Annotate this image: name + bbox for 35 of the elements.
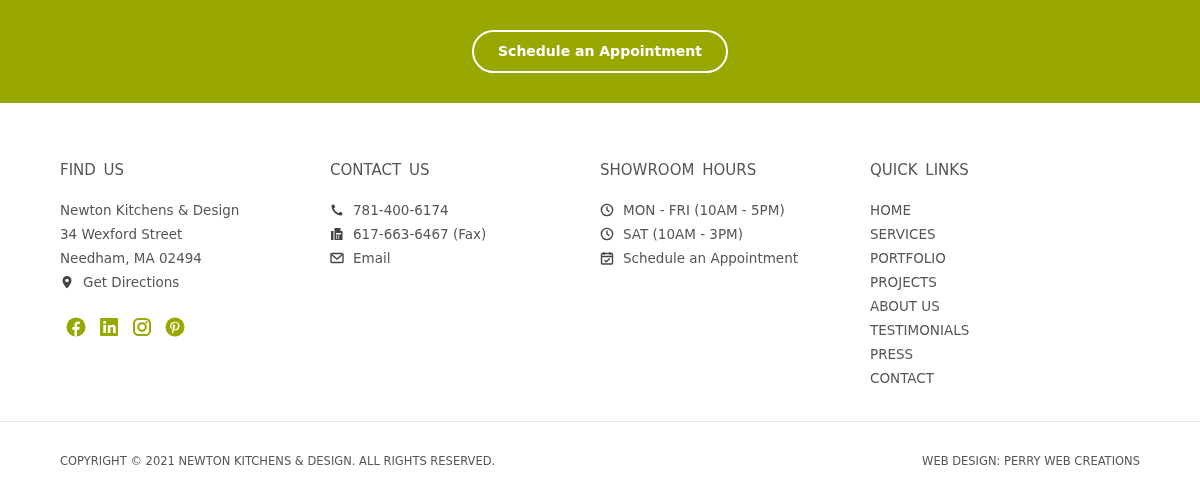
clock-icon	[600, 203, 614, 217]
footer-link[interactable]: TESTIMONIALS	[870, 318, 970, 342]
footer-link[interactable]: PRESS	[870, 342, 914, 366]
footer-link[interactable]: ABOUT US	[870, 294, 940, 318]
calendar-check-icon	[600, 251, 614, 265]
fax-icon	[330, 227, 344, 241]
column-heading: SHOWROOM HOURS	[600, 160, 758, 181]
location-pin-icon	[60, 275, 74, 289]
address-text: Newton Kitchens & Design	[60, 201, 240, 220]
clock-icon	[600, 227, 614, 241]
hours-text: MON - FRI (10AM - 5PM)	[623, 201, 785, 220]
footer-link[interactable]: CONTACT	[870, 366, 935, 390]
fax-number[interactable]: 617-663-6467 (Fax)	[353, 222, 487, 246]
column-heading: CONTACT US	[330, 160, 431, 181]
credit-link[interactable]: WEB DESIGN: PERRY WEB CREATIONS	[922, 453, 1140, 471]
column-heading: FIND US	[60, 160, 126, 181]
address-text: 34 Wexford Street	[60, 225, 183, 244]
envelope-icon	[330, 251, 344, 265]
instagram-icon[interactable]	[132, 317, 152, 337]
footer-link[interactable]: PORTFOLIO	[870, 246, 946, 270]
facebook-icon[interactable]	[66, 317, 86, 337]
phone-icon	[330, 203, 344, 217]
column-heading: QUICK LINKS	[870, 160, 970, 181]
pinterest-icon[interactable]	[165, 317, 185, 337]
address-text: Needham, MA 02494	[60, 249, 202, 268]
linkedin-icon[interactable]	[99, 317, 119, 337]
email-link[interactable]: Email	[353, 246, 391, 270]
hours-text: SAT (10AM - 3PM)	[623, 225, 743, 244]
footer-link[interactable]: SERVICES	[870, 222, 936, 246]
footer-link[interactable]: HOME	[870, 198, 911, 222]
phone-number[interactable]: 781-400-6174	[353, 198, 449, 222]
copyright-text: COPYRIGHT © 2021 NEWTON KITCHENS & DESIGN. ALL RIGHTS RESERVED.	[60, 453, 496, 470]
appointment-link[interactable]: Schedule an Appointment	[623, 246, 798, 270]
footer-link[interactable]: PROJECTS	[870, 270, 937, 294]
directions-link[interactable]: Get Directions	[83, 270, 180, 294]
